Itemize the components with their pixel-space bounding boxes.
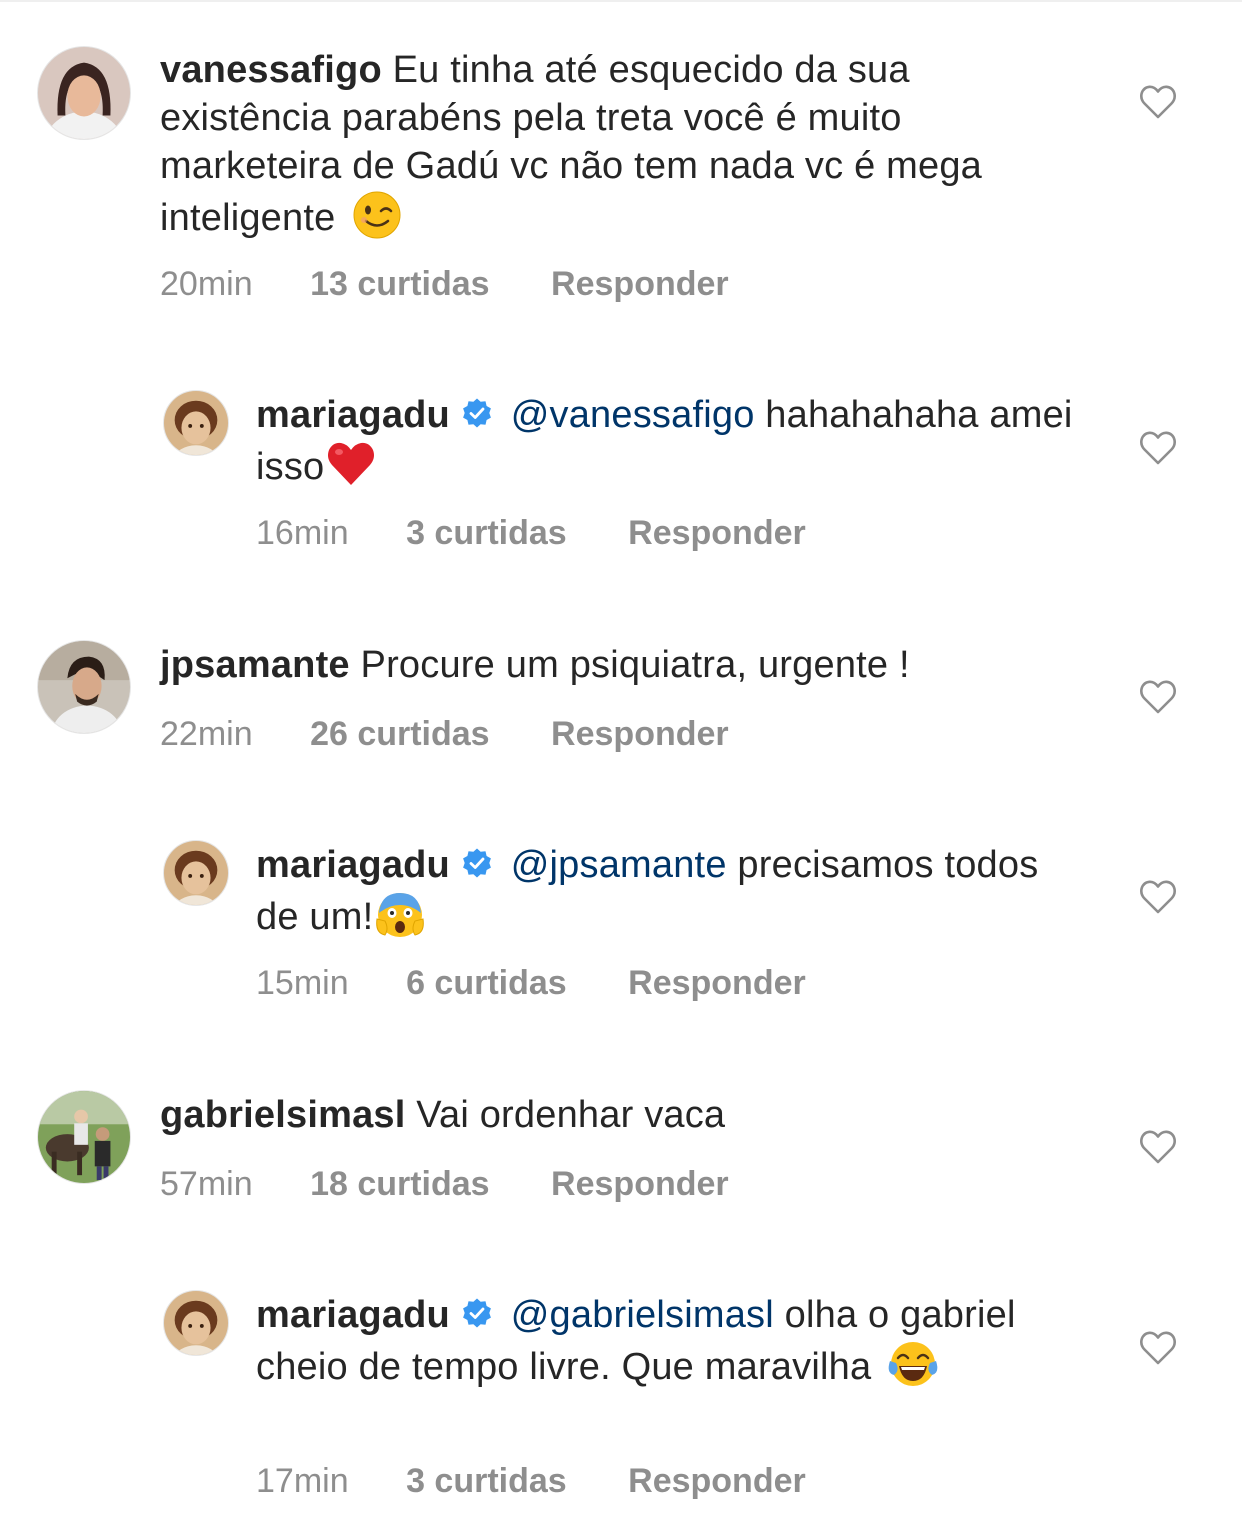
comment-username[interactable]: mariagadu (256, 844, 450, 886)
avatar[interactable] (37, 1090, 131, 1184)
comment-time: 20min (160, 265, 253, 303)
avatar-image (38, 1091, 130, 1183)
reply-button[interactable]: Responder (628, 963, 806, 1003)
comment-username[interactable]: vanessafigo (160, 49, 382, 91)
comment-body: Vai ordenhar vaca (416, 1094, 726, 1136)
mention-link[interactable]: @jpsamante (511, 844, 727, 886)
comment-text: mariagadu @gabrielsimasl olha o gabriel … (256, 1291, 1086, 1391)
likes-count[interactable]: 3 curtidas (406, 513, 567, 553)
comment-text: jpsamante Procure um psiquiatra, urgente… (160, 641, 1060, 689)
tears-of-joy-emoji-icon (888, 1342, 938, 1386)
comment-meta: 57min 18 curtidas Responder (160, 1164, 729, 1204)
comment-meta: 20min 13 curtidas Responder (160, 264, 729, 304)
comment-meta: 17min 3 curtidas Responder (256, 1461, 806, 1501)
red-heart-emoji-icon (328, 442, 375, 485)
avatar[interactable] (163, 390, 229, 456)
comment-username[interactable]: jpsamante (160, 644, 350, 686)
comment-text: vanessafigo Eu tinha até esquecido da su… (160, 46, 1060, 242)
comment-time: 15min (256, 964, 349, 1002)
comment-time: 17min (256, 1462, 349, 1500)
like-heart-icon[interactable] (1139, 879, 1177, 915)
mention-link[interactable]: @vanessafigo (511, 394, 755, 436)
comment-time: 16min (256, 514, 349, 552)
reply-button[interactable]: Responder (551, 714, 729, 754)
likes-count[interactable]: 18 curtidas (310, 1164, 490, 1204)
avatar[interactable] (37, 640, 131, 734)
like-heart-icon[interactable] (1139, 84, 1177, 120)
comment-meta: 16min 3 curtidas Responder (256, 513, 806, 553)
reply-button[interactable]: Responder (628, 1461, 806, 1501)
likes-count[interactable]: 26 curtidas (310, 714, 490, 754)
avatar-image (164, 1291, 228, 1355)
comment-body: Procure um psiquiatra, urgente ! (360, 644, 910, 686)
avatar[interactable] (37, 46, 131, 140)
avatar-image (164, 841, 228, 905)
avatar[interactable] (163, 1290, 229, 1356)
avatar[interactable] (163, 840, 229, 906)
avatar-image (164, 391, 228, 455)
comment-meta: 15min 6 curtidas Responder (256, 963, 806, 1003)
likes-count[interactable]: 6 curtidas (406, 963, 567, 1003)
comment-text: mariagadu @jpsamante precisamos todos de… (256, 841, 1086, 941)
like-heart-icon[interactable] (1139, 1330, 1177, 1366)
screaming-face-emoji-icon (376, 893, 425, 937)
comment-text: gabrielsimasl Vai ordenhar vaca (160, 1091, 1060, 1139)
reply-button[interactable]: Responder (628, 513, 806, 553)
comment-text: mariagadu @vanessafigo hahahahaha amei i… (256, 391, 1086, 491)
like-heart-icon[interactable] (1139, 430, 1177, 466)
top-divider (0, 0, 1242, 2)
comment-username[interactable]: gabrielsimasl (160, 1094, 406, 1136)
comment-time: 57min (160, 1165, 253, 1203)
comment-username[interactable]: mariagadu (256, 1294, 450, 1336)
verified-badge-icon (463, 398, 491, 428)
mention-link[interactable]: @gabrielsimasl (511, 1294, 774, 1336)
like-heart-icon[interactable] (1139, 679, 1177, 715)
reply-button[interactable]: Responder (551, 1164, 729, 1204)
wink-emoji-icon (353, 191, 401, 239)
likes-count[interactable]: 3 curtidas (406, 1461, 567, 1501)
comment-username[interactable]: mariagadu (256, 394, 450, 436)
reply-button[interactable]: Responder (551, 264, 729, 304)
avatar-image (38, 47, 130, 139)
verified-badge-icon (463, 848, 491, 878)
comment-time: 22min (160, 715, 253, 753)
likes-count[interactable]: 13 curtidas (310, 264, 490, 304)
avatar-image (38, 641, 130, 733)
comment-meta: 22min 26 curtidas Responder (160, 714, 729, 754)
like-heart-icon[interactable] (1139, 1129, 1177, 1165)
verified-badge-icon (463, 1298, 491, 1328)
